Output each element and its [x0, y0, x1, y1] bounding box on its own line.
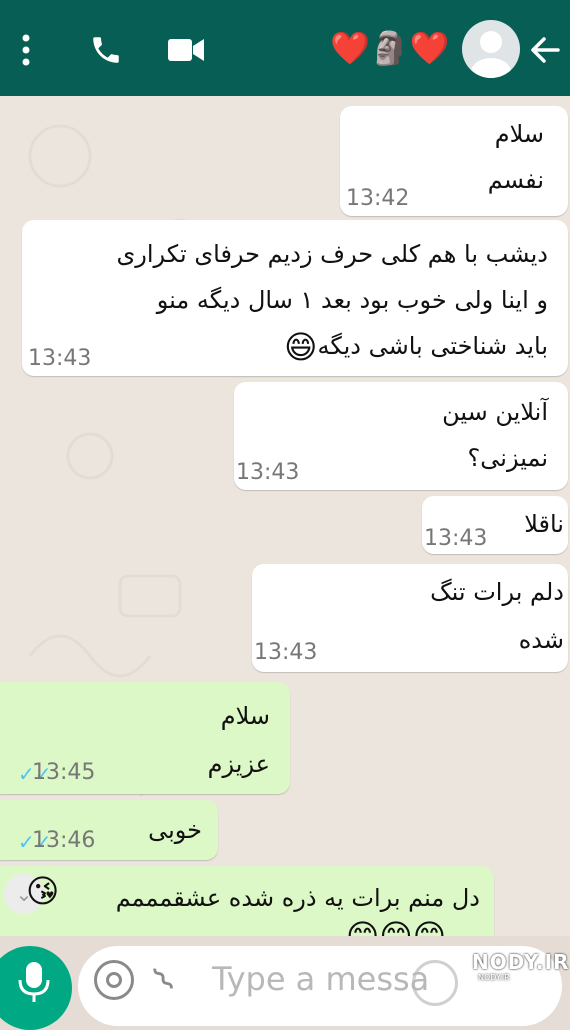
watermark: NODY.IR: [472, 950, 570, 974]
message-input-placeholder: Type a messa: [212, 960, 430, 998]
mic-button[interactable]: [0, 946, 72, 1030]
message-time: 13:43: [424, 526, 488, 551]
more-vert-icon[interactable]: [14, 28, 38, 72]
message-bubble-incoming[interactable]: ناقلا 13:43: [422, 496, 568, 554]
message-time: 13:42: [346, 186, 410, 211]
video-call-icon[interactable]: [166, 32, 206, 68]
phone-icon[interactable]: [86, 30, 126, 70]
message-bubble-incoming[interactable]: دیشب با هم کلی حرف زدیم حرفای تکراری و ا…: [22, 220, 568, 376]
message-text: آنلاین سین: [442, 398, 548, 426]
kissing-face-emoji: 😘: [26, 872, 60, 910]
message-time: 13:43: [254, 640, 318, 665]
message-text: و اینا ولی خوب بود بعد ۱ سال دیگه منو: [156, 286, 548, 314]
message-time: 13:43: [28, 346, 92, 371]
message-time: 13:43: [236, 460, 300, 485]
message-text: خوبی: [148, 816, 202, 844]
message-text: نفسم: [487, 166, 544, 194]
chat-header: ❤️🗿❤️: [0, 0, 570, 96]
message-text: نمیزنی؟: [467, 444, 548, 472]
message-bubble-incoming[interactable]: سلام نفسم 13:42: [340, 106, 568, 216]
message-text: دیشب با هم کلی حرف زدیم حرفای تکراری: [116, 240, 549, 268]
message-text: شده: [518, 626, 564, 654]
message-text: دلم برات تنگ: [430, 578, 564, 606]
avatar[interactable]: [462, 20, 520, 78]
message-text: باید شناختی باشی دیگه😄: [284, 326, 548, 367]
message-text: سلام: [494, 120, 544, 148]
message-text: ناقلا: [524, 510, 564, 538]
message-bubble-incoming[interactable]: آنلاین سین نمیزنی؟ 13:43: [234, 382, 568, 490]
message-text: دل منم برات یه ذره شده عشقمممم: [115, 884, 480, 912]
message-bubble-outgoing[interactable]: سلام عزیزم ✓✓ 13:45: [0, 682, 290, 794]
message-bubble-outgoing[interactable]: خوبی ✓✓ 13:46: [0, 800, 218, 860]
grinning-face-emoji: 😄: [284, 328, 318, 366]
contact-name[interactable]: ❤️🗿❤️: [330, 26, 450, 70]
message-time: 13:45: [32, 760, 96, 785]
back-arrow-icon[interactable]: [524, 30, 564, 70]
message-bubble-outgoing[interactable]: دل منم برات یه ذره شده عشقمممم ⌄ 😘 😊😊😊: [0, 866, 494, 955]
message-text-line: باید شناختی باشی دیگه: [317, 332, 549, 360]
message-time: 13:46: [32, 828, 96, 853]
attach-icon[interactable]: ⌇: [145, 959, 183, 1000]
camera-icon[interactable]: [94, 960, 134, 1000]
message-text: سلام: [220, 702, 270, 730]
message-bubble-incoming[interactable]: دلم برات تنگ شده 13:43: [252, 564, 568, 672]
watermark-sub: NODY.IR: [478, 973, 510, 982]
mic-icon: [18, 962, 50, 1002]
message-text: عزیزم: [207, 750, 270, 778]
